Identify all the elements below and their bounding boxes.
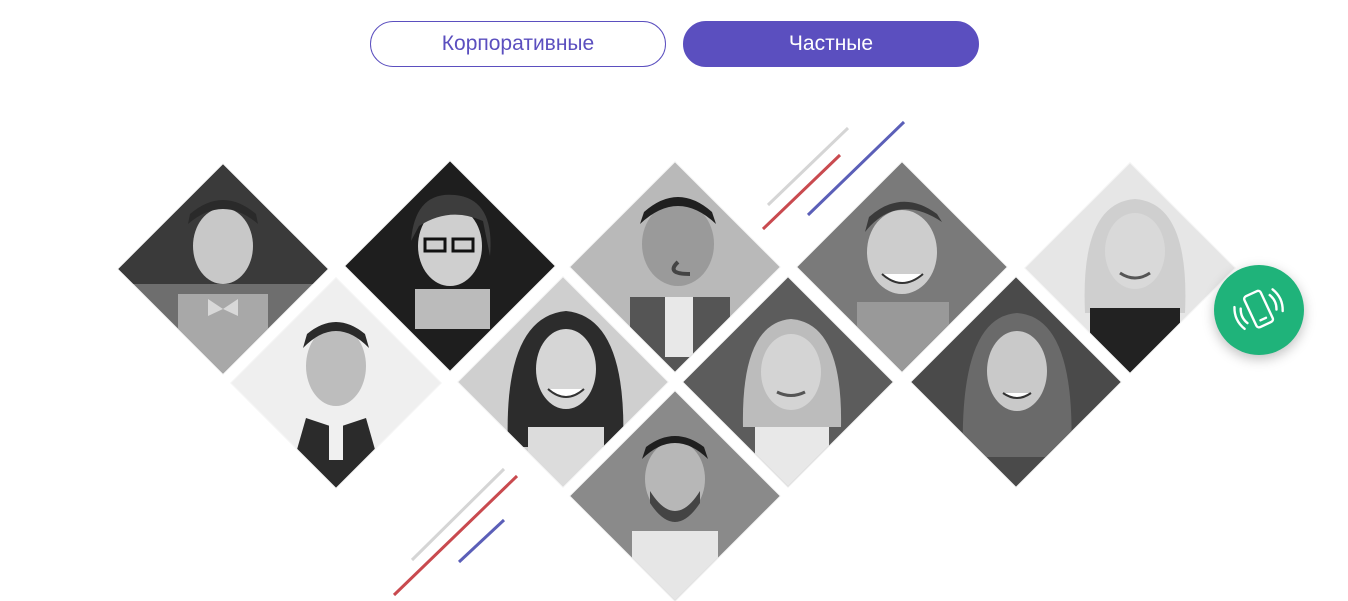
client-type-tabs: Корпоративные Частные xyxy=(0,0,1348,90)
phone-vibrate-icon xyxy=(1233,288,1284,331)
call-button[interactable] xyxy=(1214,265,1304,355)
tab-corporate[interactable]: Корпоративные xyxy=(370,21,666,67)
tab-private[interactable]: Частные xyxy=(683,21,979,67)
